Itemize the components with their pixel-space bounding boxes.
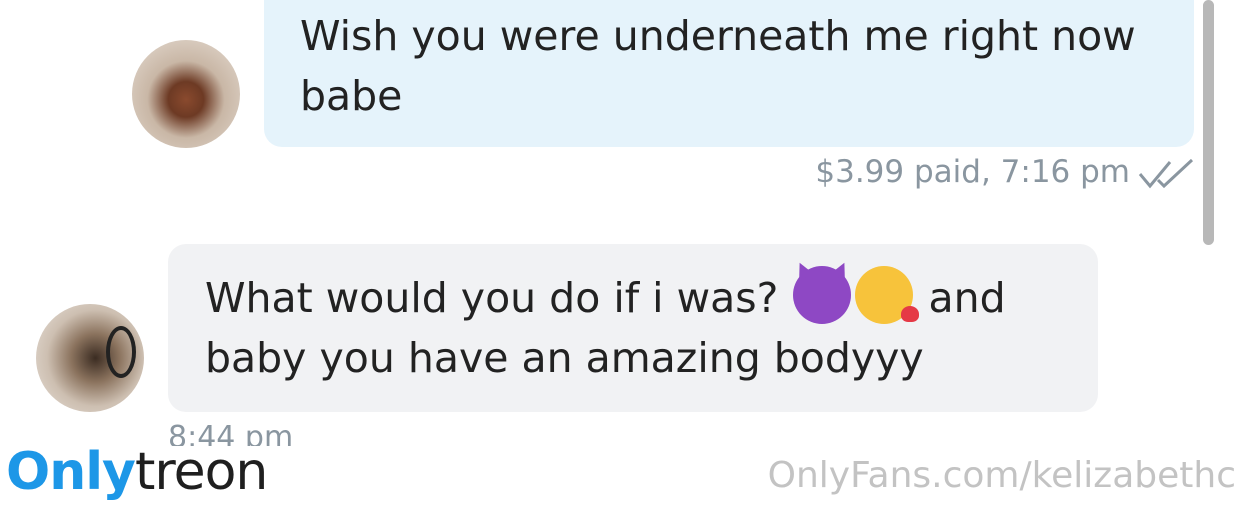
watermark-logo-part1: Only bbox=[6, 442, 136, 502]
recipient-avatar[interactable] bbox=[36, 304, 144, 412]
smiling-devil-emoji-icon bbox=[793, 266, 852, 324]
sender-avatar[interactable] bbox=[132, 40, 240, 148]
scrollbar[interactable] bbox=[1203, 0, 1214, 245]
sent-message-meta: $3.99 paid, 7:16 pm bbox=[815, 154, 1130, 190]
received-message-text: What would you do if i was? and baby you… bbox=[205, 266, 1085, 388]
sent-message-bubble[interactable]: Wish you were underneath me right now ba… bbox=[264, 0, 1194, 147]
kissing-face-emoji-icon bbox=[855, 266, 920, 324]
watermark-logo-part2: treon bbox=[134, 442, 268, 502]
watermark-logo: Onlytreon bbox=[6, 440, 268, 504]
sent-message-text: Wish you were underneath me right now ba… bbox=[300, 12, 1136, 120]
received-message-bubble[interactable]: What would you do if i was? and baby you… bbox=[168, 244, 1098, 412]
double-check-icon bbox=[1138, 158, 1194, 189]
received-text-part1: What would you do if i was? bbox=[205, 274, 779, 322]
watermark-url: OnlyFans.com/kelizabethc bbox=[767, 455, 1236, 496]
chat-screen: Wish you were underneath me right now ba… bbox=[0, 0, 1242, 508]
